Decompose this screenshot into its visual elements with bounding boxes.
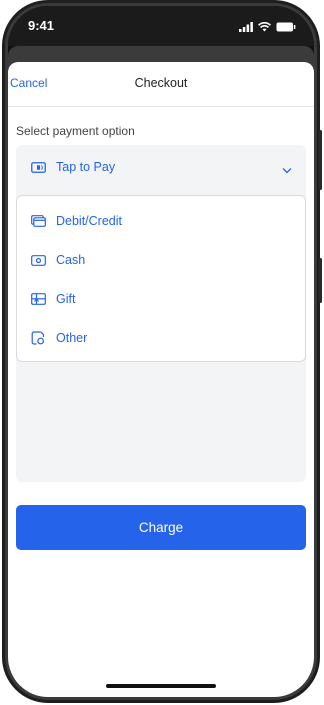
volume-button: [319, 258, 322, 303]
other-payment-icon: [31, 331, 45, 350]
screen-bezel: 9:41 Cancel Checkout Select payment opti…: [8, 6, 314, 697]
cash-icon: [31, 253, 46, 271]
option-debit-credit[interactable]: Debit/Credit: [17, 203, 305, 241]
chevron-down-icon: [282, 161, 292, 179]
status-time: 9:41: [28, 18, 55, 33]
option-cash[interactable]: Cash: [17, 242, 305, 280]
navigation-bar: Cancel Checkout: [8, 62, 314, 107]
selected-option-label: Tap to Pay: [56, 160, 116, 174]
page-title: Checkout: [134, 76, 188, 90]
option-label: Other: [56, 331, 88, 345]
wifi-icon: [258, 22, 271, 32]
option-gift[interactable]: Gift: [17, 281, 305, 319]
option-label: Cash: [56, 253, 86, 267]
payment-section-label: Select payment option: [16, 124, 135, 138]
checkout-screen: Cancel Checkout Select payment option Ta…: [8, 62, 314, 697]
option-label: Debit/Credit: [56, 214, 122, 228]
signal-icon: [239, 22, 253, 32]
home-indicator: [106, 684, 216, 688]
payment-option-select[interactable]: Tap to Pay: [16, 145, 306, 189]
charge-button[interactable]: Charge: [16, 505, 306, 550]
power-button: [319, 130, 322, 190]
option-label: Gift: [56, 292, 76, 306]
phone-frame: 9:41 Cancel Checkout Select payment opti…: [0, 0, 324, 705]
option-other[interactable]: Other: [17, 320, 305, 358]
gift-card-icon: [31, 292, 46, 310]
status-bar: 9:41: [8, 6, 314, 46]
status-icons: [239, 21, 296, 33]
card-icon: [31, 214, 46, 232]
tap-to-pay-icon: [31, 160, 46, 178]
payment-options-dropdown: Debit/Credit Cash Gift Other: [16, 195, 306, 362]
battery-icon: [276, 22, 296, 32]
